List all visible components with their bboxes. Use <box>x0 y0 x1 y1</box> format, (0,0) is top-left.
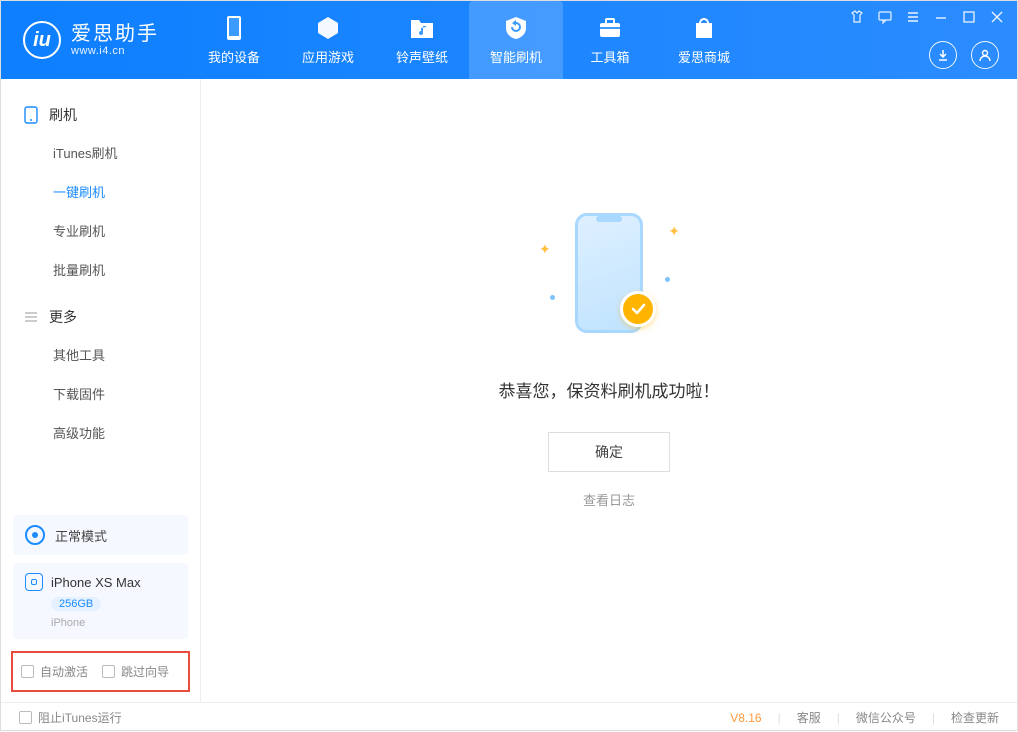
device-capacity: 256GB <box>51 597 101 611</box>
device-type: iPhone <box>51 617 176 629</box>
mode-label: 正常模式 <box>55 526 107 545</box>
sidebar-item-oneclick[interactable]: 一键刷机 <box>1 172 200 211</box>
feedback-icon[interactable] <box>877 9 893 25</box>
tab-apps-label: 应用游戏 <box>302 47 354 66</box>
tab-device[interactable]: 我的设备 <box>187 1 281 79</box>
tab-flash[interactable]: 智能刷机 <box>469 1 563 79</box>
separator: | <box>932 711 935 725</box>
view-log-link[interactable]: 查看日志 <box>583 490 635 509</box>
block-itunes-label: 阻止iTunes运行 <box>38 709 122 726</box>
wechat-link[interactable]: 微信公众号 <box>856 709 916 726</box>
maximize-icon[interactable] <box>961 9 977 25</box>
user-button[interactable] <box>971 41 999 69</box>
checkbox-auto-activate-label: 自动激活 <box>40 663 88 680</box>
header: iu 爱思助手 www.i4.cn 我的设备 应用游戏 铃声壁纸 智能刷机 工具… <box>1 1 1017 79</box>
footer: 阻止iTunes运行 V8.16 | 客服 | 微信公众号 | 检查更新 <box>1 702 1017 732</box>
support-link[interactable]: 客服 <box>797 709 821 726</box>
logo-icon: iu <box>23 21 61 59</box>
checkbox-block-itunes[interactable]: 阻止iTunes运行 <box>19 709 122 726</box>
tab-toolbox[interactable]: 工具箱 <box>563 1 657 79</box>
sidebar-item-advanced[interactable]: 高级功能 <box>1 413 200 452</box>
sidebar-item-pro[interactable]: 专业刷机 <box>1 211 200 250</box>
sidebar-section-flash-label: 刷机 <box>49 105 77 125</box>
sidebar-item-other[interactable]: 其他工具 <box>1 335 200 374</box>
sparkle-icon: ✦ <box>539 241 551 258</box>
success-illustration: ✦ ✦ <box>524 213 694 353</box>
cube-icon <box>315 15 341 41</box>
mode-box[interactable]: 正常模式 <box>13 515 188 555</box>
logo[interactable]: iu 爱思助手 www.i4.cn <box>1 21 177 59</box>
sidebar-section-flash: 刷机 <box>1 97 200 133</box>
bag-icon <box>691 15 717 41</box>
sidebar: 刷机 iTunes刷机 一键刷机 专业刷机 批量刷机 更多 其他工具 下载固件 … <box>1 79 201 702</box>
checkbox-icon <box>21 665 34 678</box>
phone-icon <box>221 15 247 41</box>
dot-icon <box>550 295 555 300</box>
tab-flash-label: 智能刷机 <box>490 47 542 66</box>
sidebar-section-more-label: 更多 <box>49 307 77 327</box>
success-message: 恭喜您，保资料刷机成功啦！ <box>499 377 720 402</box>
sparkle-icon: ✦ <box>668 223 680 240</box>
tab-ringtone-label: 铃声壁纸 <box>396 47 448 66</box>
checkbox-icon <box>19 711 32 724</box>
header-right <box>929 41 999 69</box>
mode-icon <box>25 525 45 545</box>
close-icon[interactable] <box>989 9 1005 25</box>
tshirt-icon[interactable] <box>849 9 865 25</box>
download-button[interactable] <box>929 41 957 69</box>
minimize-icon[interactable] <box>933 9 949 25</box>
app-subtitle: www.i4.cn <box>71 45 159 57</box>
sidebar-item-batch[interactable]: 批量刷机 <box>1 250 200 289</box>
checkbox-auto-activate[interactable]: 自动激活 <box>21 663 88 680</box>
music-folder-icon <box>409 15 435 41</box>
tab-store[interactable]: 爱思商城 <box>657 1 751 79</box>
separator: | <box>778 711 781 725</box>
device-icon <box>23 107 39 123</box>
app-title: 爱思助手 <box>71 23 159 45</box>
version-label: V8.16 <box>730 711 761 725</box>
device-name: iPhone XS Max <box>51 575 141 590</box>
main-tabs: 我的设备 应用游戏 铃声壁纸 智能刷机 工具箱 爱思商城 <box>187 1 751 79</box>
checkbox-skip-guide-label: 跳过向导 <box>121 663 169 680</box>
update-link[interactable]: 检查更新 <box>951 709 999 726</box>
options-highlight-box: 自动激活 跳过向导 <box>11 651 190 692</box>
toolbox-icon <box>597 15 623 41</box>
list-icon <box>23 309 39 325</box>
tab-store-label: 爱思商城 <box>678 47 730 66</box>
menu-icon[interactable] <box>905 9 921 25</box>
ok-button[interactable]: 确定 <box>548 432 670 472</box>
device-phone-icon <box>25 573 43 591</box>
shield-refresh-icon <box>503 15 529 41</box>
device-box[interactable]: iPhone XS Max 256GB iPhone <box>13 563 188 639</box>
tab-device-label: 我的设备 <box>208 47 260 66</box>
tab-ringtone[interactable]: 铃声壁纸 <box>375 1 469 79</box>
sidebar-item-itunes[interactable]: iTunes刷机 <box>1 133 200 172</box>
sidebar-item-firmware[interactable]: 下载固件 <box>1 374 200 413</box>
dot-icon <box>665 277 670 282</box>
main-content: ✦ ✦ 恭喜您，保资料刷机成功啦！ 确定 查看日志 <box>201 79 1017 702</box>
checkbox-icon <box>102 665 115 678</box>
checkbox-skip-guide[interactable]: 跳过向导 <box>102 663 169 680</box>
titlebar-controls <box>849 9 1005 25</box>
separator: | <box>837 711 840 725</box>
tab-apps[interactable]: 应用游戏 <box>281 1 375 79</box>
tab-toolbox-label: 工具箱 <box>590 47 629 66</box>
sidebar-section-more: 更多 <box>1 299 200 335</box>
checkmark-badge-icon <box>620 291 656 327</box>
